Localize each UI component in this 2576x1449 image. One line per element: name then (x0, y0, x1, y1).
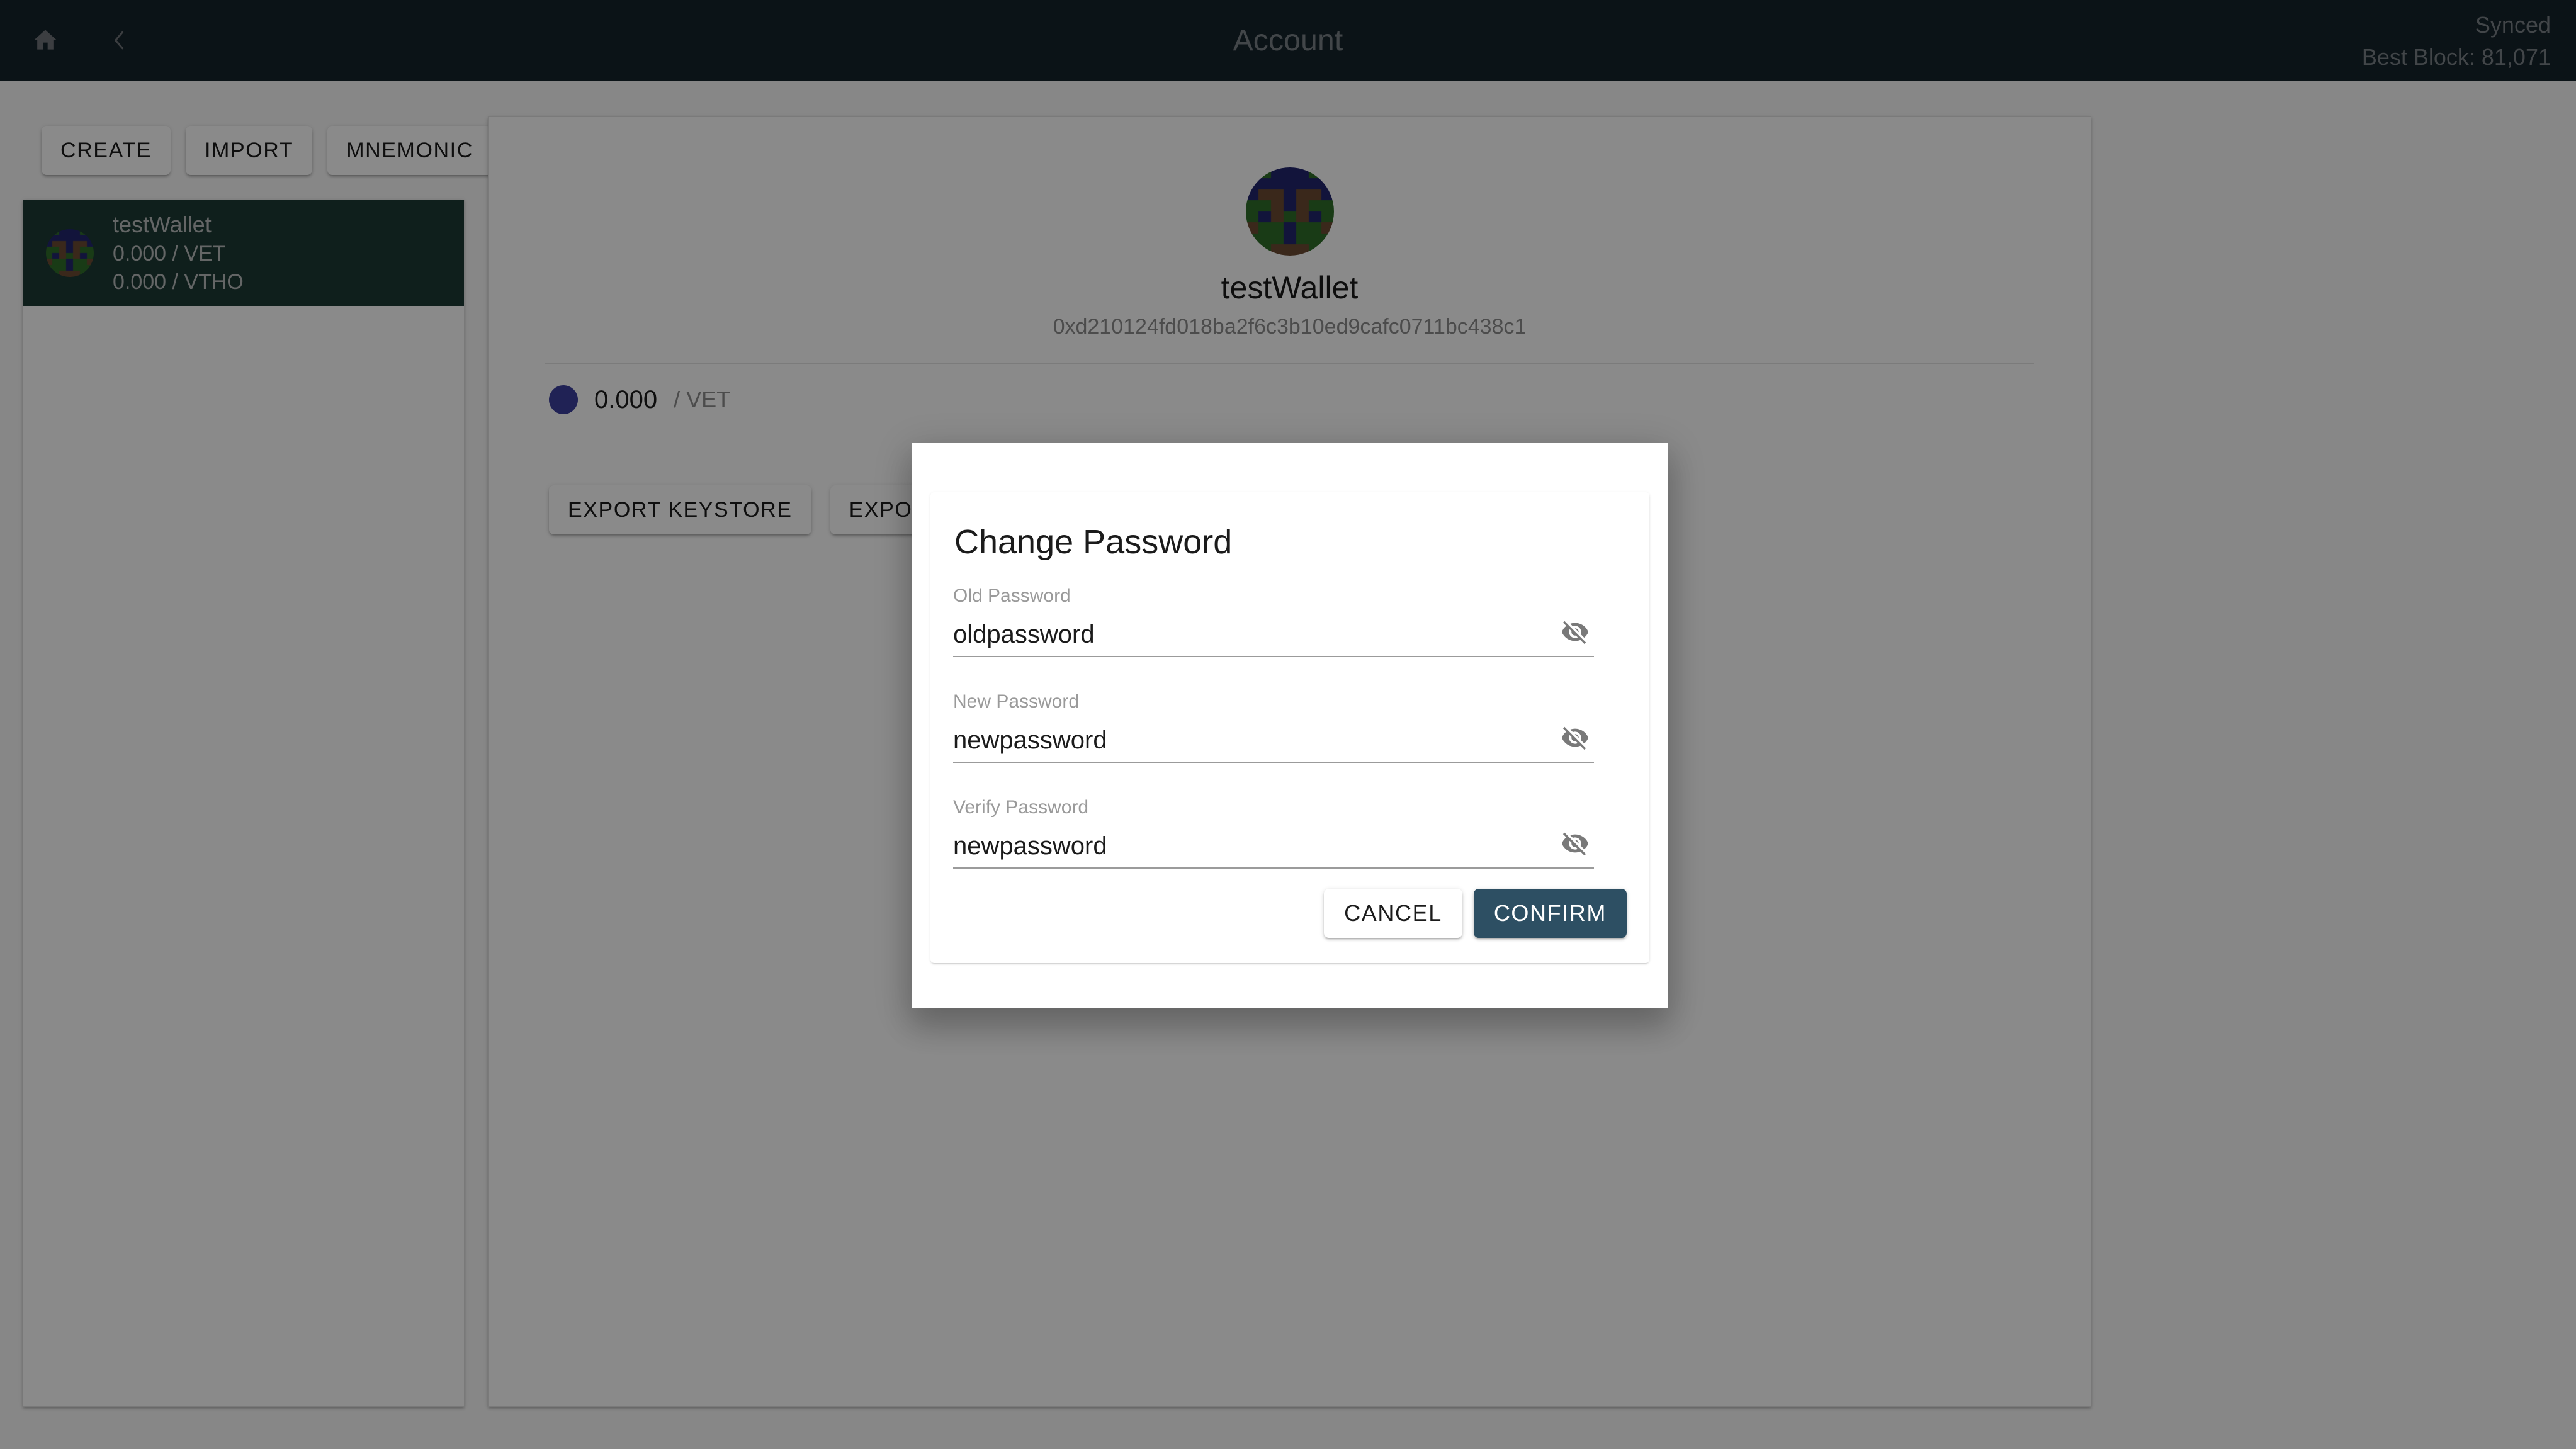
old-password-field: Old Password (953, 585, 1627, 657)
eye-off-icon[interactable] (1556, 720, 1594, 755)
verify-password-input[interactable] (953, 831, 1556, 861)
verify-password-line (953, 826, 1594, 869)
eye-off-icon[interactable] (1556, 614, 1594, 650)
new-password-field: New Password (953, 691, 1627, 763)
old-password-label: Old Password (953, 585, 1071, 606)
cancel-button[interactable]: CANCEL (1324, 889, 1462, 938)
app-root: Account Synced Best Block: 81,071 CREATE… (0, 0, 2576, 1449)
verify-password-label: Verify Password (953, 797, 1089, 818)
verify-password-field: Verify Password (953, 797, 1627, 869)
new-password-label: New Password (953, 691, 1080, 712)
eye-off-icon[interactable] (1556, 826, 1594, 861)
new-password-input[interactable] (953, 725, 1556, 755)
old-password-input[interactable] (953, 619, 1556, 650)
new-password-line (953, 720, 1594, 763)
old-password-line (953, 614, 1594, 657)
confirm-button[interactable]: CONFIRM (1473, 889, 1627, 938)
change-password-dialog: Change Password Old Password New Passwor… (912, 443, 1668, 1008)
dialog-card: Change Password Old Password New Passwor… (930, 492, 1649, 963)
dialog-actions: CANCEL CONFIRM (1324, 889, 1627, 938)
dialog-title: Change Password (954, 523, 1233, 561)
